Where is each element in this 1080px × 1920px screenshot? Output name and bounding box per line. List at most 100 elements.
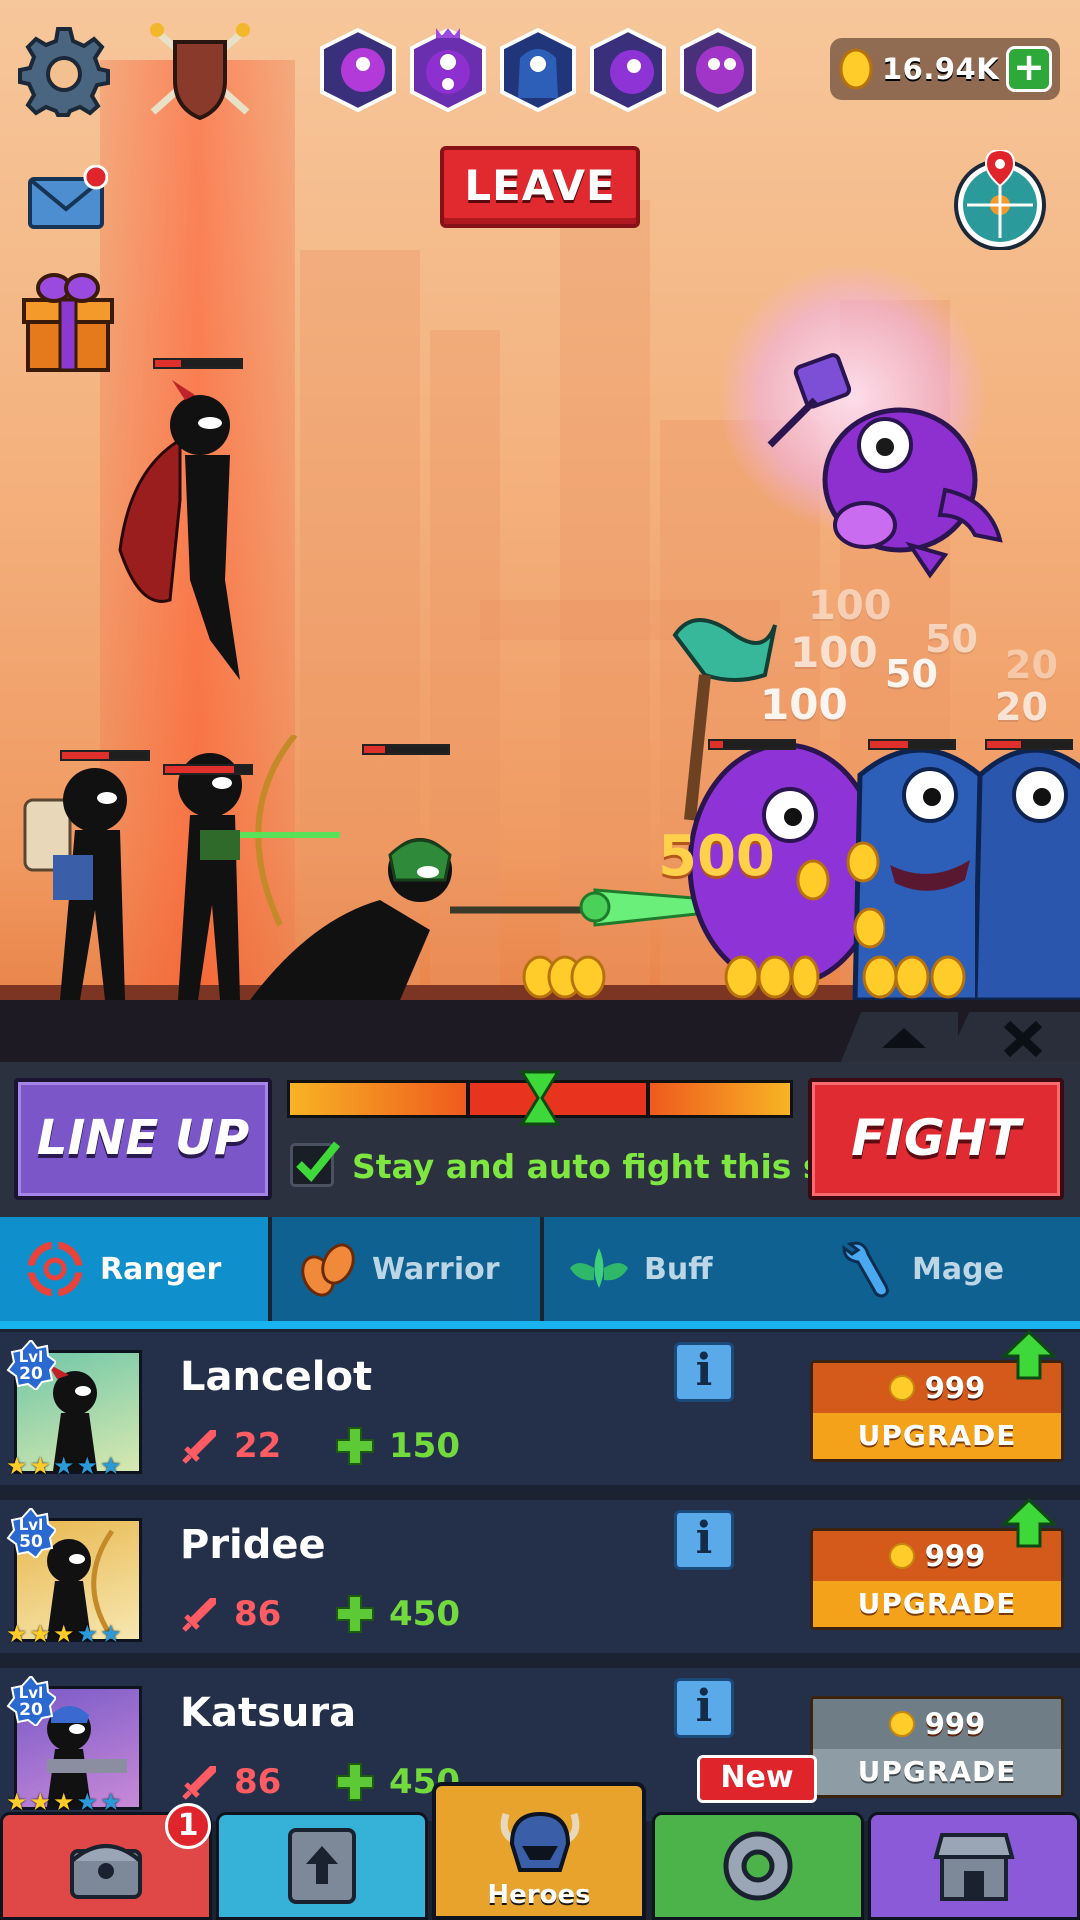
- notification-badge: 1: [165, 1803, 211, 1849]
- target-icon: [24, 1238, 86, 1300]
- health-cross-icon: [336, 1595, 374, 1633]
- boss-portrait: [410, 28, 486, 112]
- damage-number: 50: [885, 652, 938, 696]
- hero-row[interactable]: Lvl 50 ★ ★ ★ ★ ★ Pridee 86 450 i 999 UPGRADE: [0, 1498, 1080, 1658]
- health-value: 450: [389, 1594, 460, 1634]
- level-text: Lvl 20: [6, 1676, 56, 1726]
- mail-icon: [28, 165, 108, 229]
- health-stat: 150: [335, 1426, 460, 1466]
- line-up-button[interactable]: LINE UP: [14, 1078, 272, 1200]
- hero-hp-bar: [153, 358, 243, 369]
- battle-scene: 100 100 100 50 50 20 20 500 16.94K + LEA…: [0, 0, 1080, 1000]
- coin-amount: 16.94K: [882, 52, 1000, 86]
- nav-shop[interactable]: [868, 1812, 1080, 1920]
- star-filled-icon: ★: [29, 1620, 52, 1648]
- enemy-hp-bar: [985, 739, 1073, 750]
- star-empty-icon: ★: [100, 1452, 122, 1480]
- sword-icon: [182, 1598, 216, 1632]
- coin-icon: [888, 1375, 915, 1401]
- fight-button[interactable]: FIGHT: [808, 1078, 1064, 1200]
- damage-number: 20: [1005, 643, 1058, 687]
- leave-button[interactable]: LEAVE: [440, 146, 640, 228]
- upgrade-cost: 999: [924, 1539, 986, 1573]
- new-badge: New: [697, 1755, 817, 1803]
- attack-value: 86: [234, 1762, 282, 1802]
- flying-coins: [796, 841, 885, 949]
- upgrade-label: UPGRADE: [813, 1749, 1061, 1795]
- coin-icon: [888, 1543, 915, 1569]
- tab-label: Mage: [912, 1251, 1004, 1287]
- enemy-portrait: [680, 28, 756, 112]
- enemy-portrait: [500, 28, 576, 112]
- tab-mage[interactable]: Mage: [812, 1217, 1080, 1321]
- attack-stat: 86: [180, 1762, 281, 1802]
- level-number: 20: [19, 1364, 43, 1384]
- hero-info-button[interactable]: i: [674, 1510, 734, 1570]
- upgrade-label: UPGRADE: [813, 1413, 1061, 1459]
- enemy-portrait: [320, 28, 396, 112]
- class-tabs: Ranger Warrior Buff Mage: [0, 1217, 1080, 1321]
- star-filled-icon: ★: [6, 1452, 28, 1480]
- upgrade-label: UPGRADE: [813, 1581, 1061, 1627]
- hero-hp-bar: [60, 750, 150, 761]
- hero-name: Katsura: [180, 1690, 357, 1736]
- star-filled-icon: ★: [53, 1788, 75, 1816]
- wrench-icon: [842, 1241, 889, 1298]
- shop-icon: [933, 1833, 1015, 1901]
- coin-balance: 16.94K +: [830, 38, 1060, 100]
- mail-button[interactable]: [28, 165, 108, 230]
- gift-box-icon[interactable]: [22, 270, 114, 375]
- wings-icon: [570, 1248, 628, 1288]
- tab-warrior[interactable]: Warrior: [272, 1217, 540, 1321]
- nav-heroes-label: Heroes: [487, 1880, 591, 1910]
- health-cross-icon: [336, 1763, 374, 1801]
- star-filled-icon: ★: [6, 1620, 28, 1648]
- scroll-stickman-hero: [23, 768, 127, 1000]
- damage-number: 100: [790, 628, 878, 677]
- tab-label: Ranger: [100, 1251, 222, 1287]
- hero-name: Lancelot: [180, 1354, 373, 1400]
- damage-number: 20: [995, 685, 1048, 729]
- coin-icon: [888, 1711, 915, 1737]
- star-empty-icon: ★: [76, 1452, 99, 1480]
- tab-buff[interactable]: Buff: [544, 1217, 812, 1321]
- enemy-hp-bar: [868, 739, 956, 750]
- enemy-hp-bar: [708, 739, 796, 750]
- sword-icon: [182, 1766, 216, 1800]
- dropped-coins: [862, 955, 966, 999]
- star-filled-icon: ★: [29, 1452, 52, 1480]
- tab-ranger[interactable]: Ranger: [0, 1217, 268, 1321]
- tab-underline: [0, 1321, 1080, 1329]
- hero-hp-bar: [362, 744, 450, 755]
- checkmark-icon: [296, 1141, 341, 1182]
- health-stat: 450: [335, 1594, 460, 1634]
- nav-book[interactable]: [216, 1812, 428, 1920]
- coin-icon: [839, 48, 873, 90]
- damage-number: 100: [760, 680, 848, 729]
- auto-fight-checkbox[interactable]: [290, 1141, 341, 1187]
- attack-stat: 86: [180, 1594, 281, 1634]
- crossed-swords-shield-icon[interactable]: [145, 20, 255, 120]
- upgrade-button[interactable]: 999 UPGRADE: [810, 1696, 1064, 1798]
- purple-hammer-monster: [767, 353, 1003, 579]
- world-map-compass-icon[interactable]: [950, 150, 1050, 250]
- star-empty-icon: ★: [100, 1620, 122, 1648]
- dropped-coins: [724, 955, 820, 999]
- health-cross-icon: [336, 1427, 374, 1465]
- settings-gear-icon[interactable]: [18, 25, 110, 117]
- fists-icon: [301, 1243, 355, 1297]
- nav-wheel[interactable]: [652, 1812, 864, 1920]
- star-empty-icon: ★: [53, 1452, 75, 1480]
- gear-wheel-icon: [723, 1831, 793, 1901]
- wave-enemy-portraits: [318, 28, 760, 116]
- nav-heroes[interactable]: Heroes: [432, 1782, 646, 1920]
- critical-damage-number: 500: [658, 824, 775, 889]
- tab-label: Buff: [644, 1251, 713, 1287]
- hero-info-button[interactable]: i: [674, 1342, 734, 1402]
- star-rating: ★ ★ ★ ★ ★: [6, 1622, 124, 1646]
- add-coins-button[interactable]: +: [1006, 46, 1052, 92]
- hero-row[interactable]: Lvl 20 ★ ★ ★ ★ ★ Lancelot 22 150 i 999 UPGRAD…: [0, 1330, 1080, 1490]
- star-empty-icon: ★: [76, 1620, 99, 1648]
- hero-info-button[interactable]: i: [674, 1678, 734, 1738]
- helmet-icon: [500, 1811, 580, 1872]
